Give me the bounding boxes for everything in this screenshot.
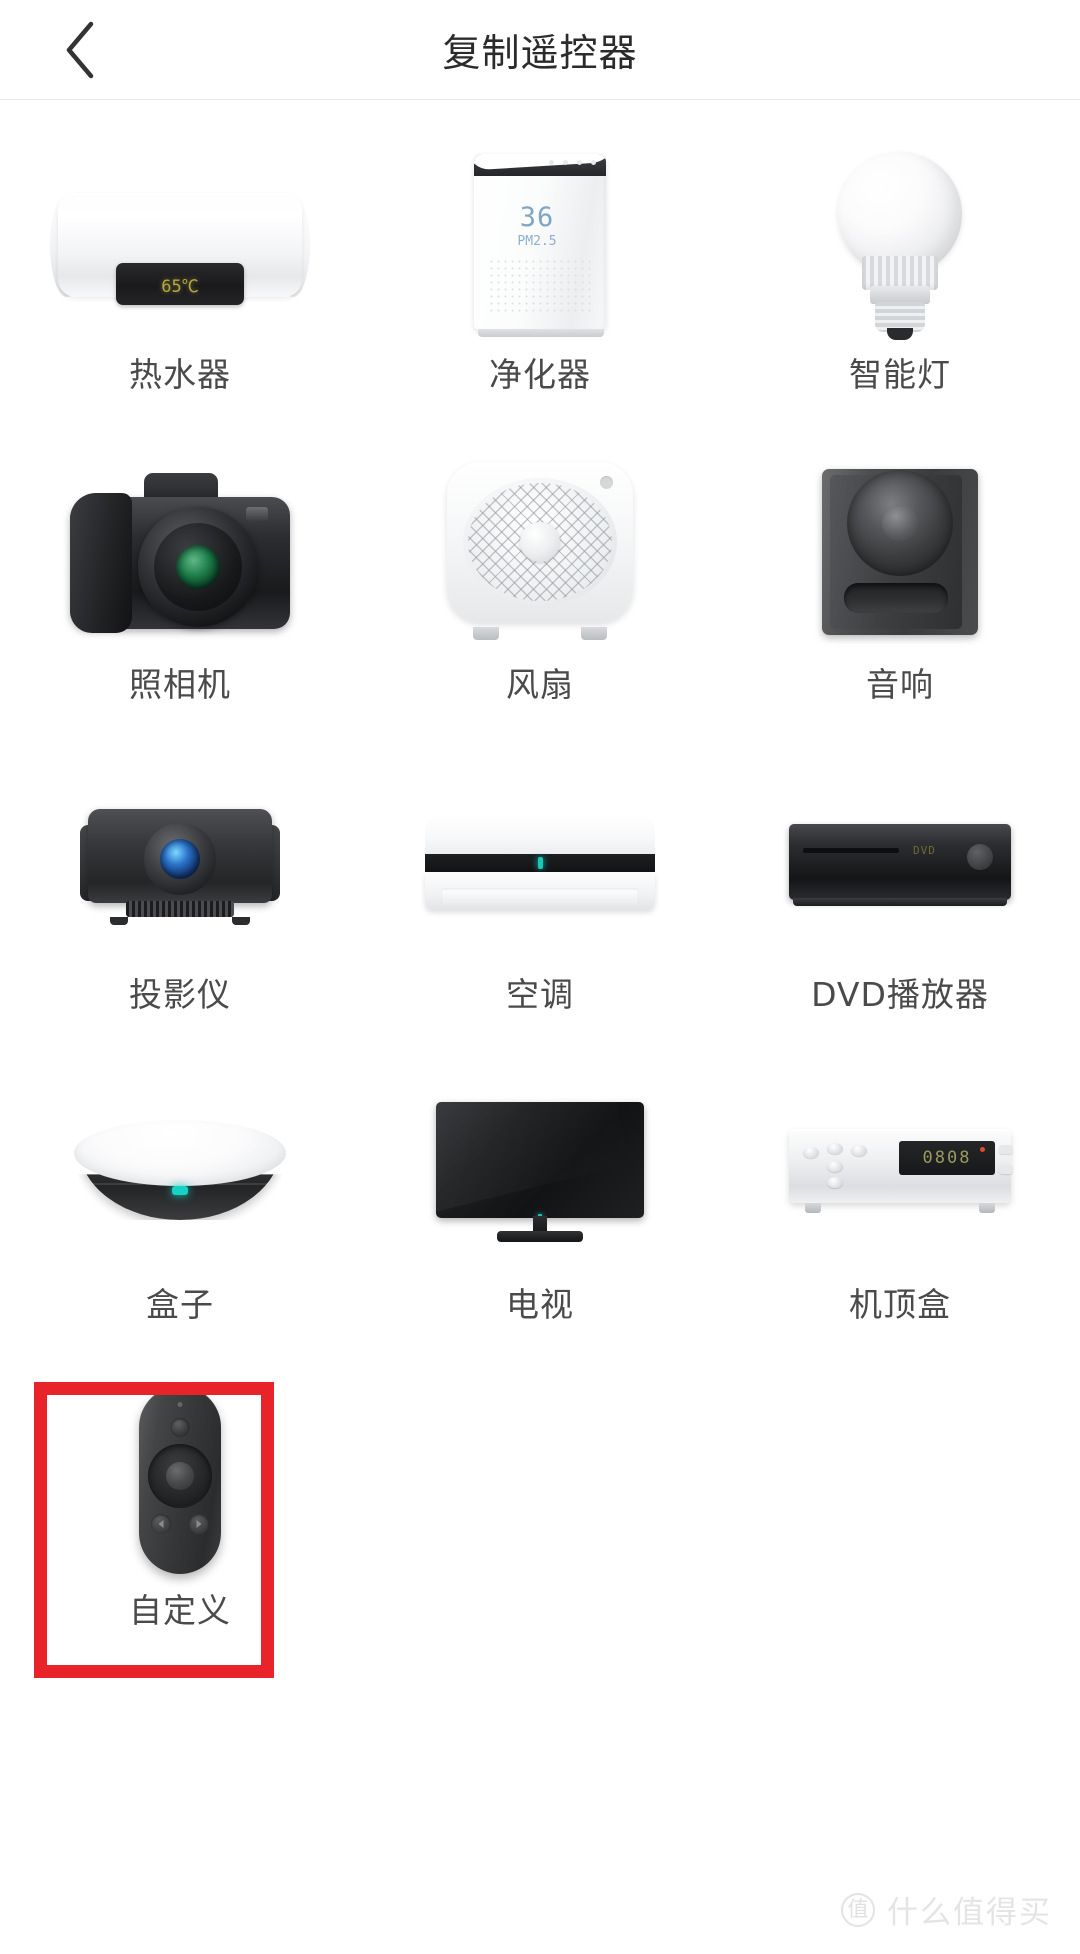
device-item-air-conditioner[interactable]: 空调 <box>360 762 720 1054</box>
tv-box-icon <box>30 1072 330 1272</box>
device-item-custom[interactable]: 自定义 <box>0 1382 360 1674</box>
device-grid: 65℃ 热水器 36 PM2.5 净化器 智能灯 照相机 风扇 音响 投影仪 空… <box>0 142 1080 1678</box>
page-title: 复制遥控器 <box>442 31 638 75</box>
watermark-logo-icon: 值 <box>841 1892 875 1927</box>
device-row: 盒子 电视 0808 机顶盒 <box>0 1072 1080 1364</box>
device-item-set-top-box[interactable]: 0808 机顶盒 <box>720 1072 1080 1364</box>
camera-icon <box>30 452 330 652</box>
app-screen: 复制遥控器 65℃ 热水器 36 PM2.5 净化器 智能灯 照相机 风扇 音响… <box>0 0 1080 1954</box>
device-label: 盒子 <box>146 1285 214 1324</box>
device-item-dvd-player[interactable]: DVD DVD播放器 <box>720 762 1080 1054</box>
set-top-box-display: 0808 <box>922 1148 972 1168</box>
page-header: 复制遥控器 <box>0 0 1080 100</box>
set-top-box-icon: 0808 <box>750 1072 1050 1272</box>
dvd-player-icon: DVD <box>750 762 1050 962</box>
device-item-fan[interactable]: 风扇 <box>360 452 720 744</box>
device-label: 自定义 <box>129 1591 231 1630</box>
device-label: 净化器 <box>489 355 591 394</box>
device-item-empty-1 <box>360 1382 720 1674</box>
device-item-camera[interactable]: 照相机 <box>0 452 360 744</box>
custom-remote-icon <box>30 1382 330 1578</box>
device-label: DVD播放器 <box>811 975 989 1014</box>
speaker-icon <box>750 452 1050 652</box>
device-row-custom: 自定义 <box>0 1382 1080 1678</box>
device-label: 空调 <box>506 975 574 1014</box>
smart-bulb-icon <box>750 142 1050 342</box>
device-item-speaker[interactable]: 音响 <box>720 452 1080 744</box>
air-purifier-icon: 36 PM2.5 <box>390 142 690 342</box>
device-item-projector[interactable]: 投影仪 <box>0 762 360 1054</box>
water-heater-temp-display: 65℃ <box>161 276 199 297</box>
dvd-front-text: DVD <box>913 844 936 857</box>
device-label: 音响 <box>866 665 934 704</box>
device-label: 热水器 <box>129 355 231 394</box>
watermark-text: 什么值得买 <box>887 1895 1052 1931</box>
television-icon <box>390 1072 690 1272</box>
projector-icon <box>30 762 330 962</box>
device-row: 65℃ 热水器 36 PM2.5 净化器 智能灯 <box>0 142 1080 434</box>
device-label: 机顶盒 <box>849 1285 951 1324</box>
back-button[interactable] <box>34 0 126 100</box>
device-label: 投影仪 <box>129 975 231 1014</box>
device-item-smart-light[interactable]: 智能灯 <box>720 142 1080 434</box>
device-item-water-heater[interactable]: 65℃ 热水器 <box>0 142 360 434</box>
device-item-purifier[interactable]: 36 PM2.5 净化器 <box>360 142 720 434</box>
device-item-tv-box[interactable]: 盒子 <box>0 1072 360 1364</box>
device-item-empty-2 <box>720 1382 1080 1674</box>
purifier-pm-unit: PM2.5 <box>517 234 557 249</box>
air-conditioner-icon <box>390 762 690 962</box>
water-heater-icon: 65℃ <box>30 142 330 342</box>
device-label: 电视 <box>506 1285 574 1324</box>
chevron-left-icon <box>63 21 97 79</box>
device-row: 投影仪 空调 DVD DVD播放器 <box>0 762 1080 1054</box>
device-row: 照相机 风扇 音响 <box>0 452 1080 744</box>
fan-icon <box>390 452 690 652</box>
device-item-television[interactable]: 电视 <box>360 1072 720 1364</box>
device-label: 风扇 <box>506 665 574 704</box>
device-label: 智能灯 <box>849 355 951 394</box>
watermark: 值 什么值得买 <box>841 1887 1052 1932</box>
device-label: 照相机 <box>129 665 231 704</box>
purifier-pm-value: 36 <box>519 202 555 233</box>
